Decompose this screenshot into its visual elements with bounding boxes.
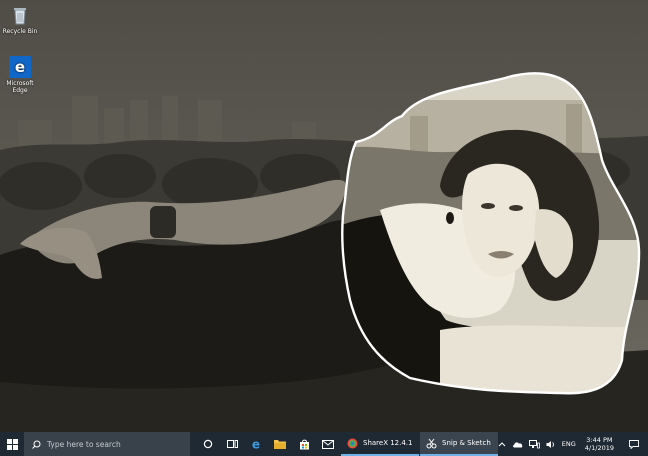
taskbar-edge-button[interactable]: e <box>244 432 268 456</box>
taskbar-store-button[interactable] <box>292 432 316 456</box>
snip-sketch-icon <box>426 438 437 448</box>
wallpaper <box>0 0 648 432</box>
taskbar-app-label: ShareX 12.4.1 <box>363 439 413 447</box>
action-center-button[interactable] <box>620 432 648 456</box>
network-icon <box>528 439 540 448</box>
network-button[interactable] <box>526 432 543 456</box>
task-view-icon <box>226 440 238 448</box>
desktop: Recycle Bin e Microsoft Edge <box>0 0 648 432</box>
edge-icon: e <box>9 56 31 78</box>
onedrive-cloud-icon <box>512 441 523 447</box>
start-button[interactable] <box>0 432 24 456</box>
svg-text:e: e <box>252 438 260 450</box>
taskbar-cortana-button[interactable] <box>196 432 220 456</box>
taskbar: e ShareX 12.4.1 <box>0 432 648 456</box>
windows-logo-icon <box>6 438 18 450</box>
taskbar-task-view-button[interactable] <box>220 432 244 456</box>
taskbar-search-box[interactable] <box>24 432 190 456</box>
sharex-icon <box>347 438 358 448</box>
clock[interactable]: 3:44 PM 4/1/2019 <box>579 432 620 456</box>
chevron-up-icon <box>498 442 506 447</box>
store-icon <box>299 439 309 449</box>
show-hidden-icons-button[interactable] <box>495 432 509 456</box>
system-tray: ENG 3:44 PM 4/1/2019 <box>495 432 648 456</box>
bracelet <box>150 206 176 238</box>
desktop-icon-label: Recycle Bin <box>2 28 38 35</box>
desktop-icon-label: Microsoft Edge <box>6 80 34 94</box>
clock-time: 3:44 PM <box>586 436 613 444</box>
volume-button[interactable] <box>543 432 559 456</box>
search-input[interactable] <box>47 439 187 449</box>
snip-eye-right <box>509 205 523 211</box>
search-icon <box>32 440 41 449</box>
taskbar-mail-button[interactable] <box>316 432 340 456</box>
recycle-bin-icon <box>14 8 26 25</box>
input-language-button[interactable]: ENG <box>559 432 579 456</box>
taskbar-app-sharex[interactable]: ShareX 12.4.1 <box>341 432 419 456</box>
desktop-icon-recycle-bin[interactable]: Recycle Bin <box>0 4 40 35</box>
notification-icon <box>629 439 639 449</box>
svg-text:e: e <box>15 58 25 76</box>
mail-icon <box>322 439 334 449</box>
desktop-icon-microsoft-edge[interactable]: e Microsoft Edge <box>0 56 40 94</box>
taskbar-file-explorer-button[interactable] <box>268 432 292 456</box>
tree-top <box>0 162 82 210</box>
snip-earring <box>446 212 454 224</box>
edge-icon: e <box>252 438 260 450</box>
onedrive-button[interactable] <box>509 432 526 456</box>
file-explorer-icon <box>274 440 286 449</box>
speaker-icon <box>546 440 554 448</box>
cortana-icon <box>203 439 213 449</box>
clock-date: 4/1/2019 <box>584 444 614 452</box>
taskbar-app-snip-sketch[interactable]: Snip & Sketch <box>420 432 498 456</box>
tree-top <box>84 154 156 198</box>
taskbar-app-label: Snip & Sketch <box>442 439 491 447</box>
snip-eye-left <box>481 203 495 209</box>
